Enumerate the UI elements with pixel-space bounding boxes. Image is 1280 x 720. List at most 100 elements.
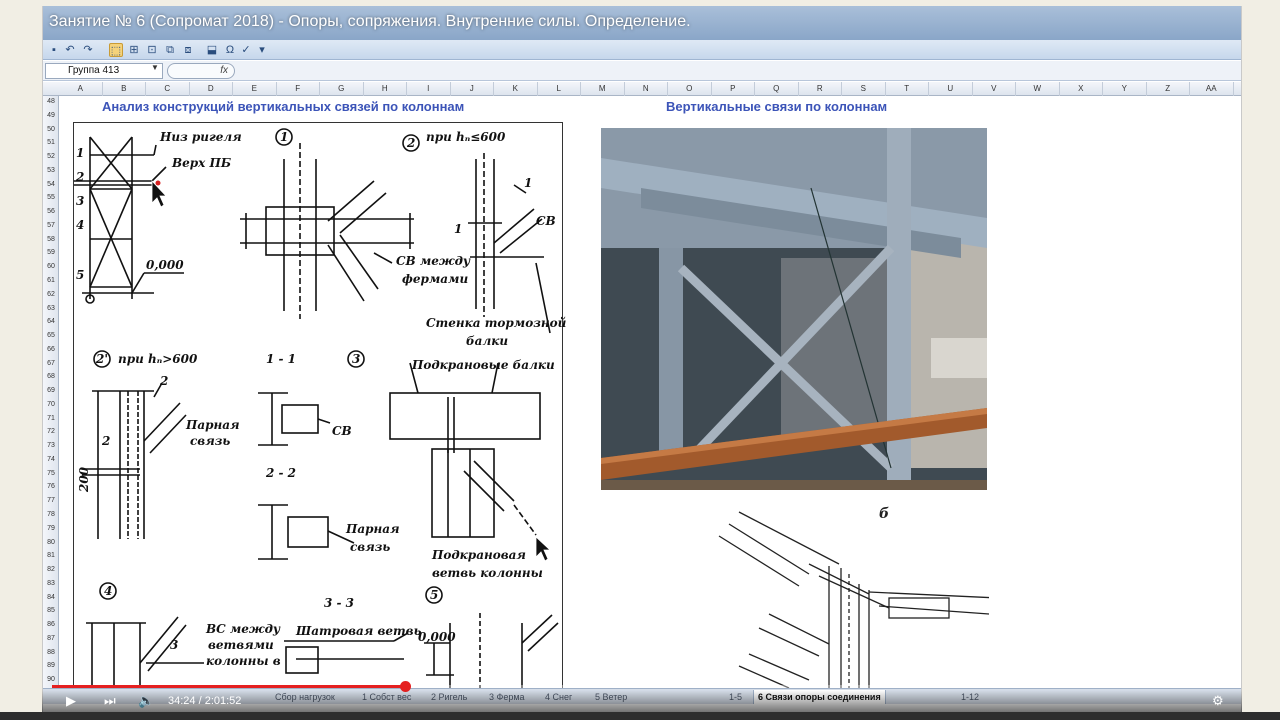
row-header[interactable]: 59 [43,247,59,258]
row-header[interactable]: 69 [43,385,59,396]
row-header[interactable]: 61 [43,275,59,286]
bracing-drawing[interactable]: Низ ригеля Верх ПБ 1 2 3 4 5 0,000 1 2 п… [73,122,566,689]
row-header[interactable]: 86 [43,619,59,630]
column-header[interactable]: Y [1103,82,1147,96]
save-icon[interactable]: ▪ [47,43,61,57]
column-header[interactable]: T [886,82,929,96]
row-header[interactable]: 89 [43,660,59,671]
row-header[interactable]: 82 [43,564,59,575]
row-header[interactable]: 65 [43,330,59,341]
row-header[interactable]: 54 [43,179,59,190]
column-header[interactable]: E [233,82,277,96]
row-header[interactable]: 84 [43,592,59,603]
row-header[interactable]: 62 [43,289,59,300]
align-icon[interactable]: ⊞ [127,43,141,57]
column-header[interactable]: S [842,82,886,96]
chevron-down-icon[interactable]: ▼ [151,63,159,72]
column-header[interactable]: I [407,82,451,96]
column-header[interactable]: F [277,82,320,96]
ungroup-icon[interactable]: ⧈ [181,43,195,57]
row-header[interactable]: 60 [43,261,59,272]
column-header[interactable]: N [625,82,668,96]
bracing-photo[interactable] [601,128,987,490]
column-header[interactable]: D [190,82,233,96]
row-header[interactable]: 77 [43,495,59,506]
column-header[interactable]: Z [1147,82,1190,96]
column-header[interactable]: O [668,82,712,96]
row-header[interactable]: 49 [43,110,59,121]
label-shatrovaya: Шатровая ветвь [296,624,422,638]
column-headers: A B C D E F G H I J K L M N O P Q R S T U V W X Y Z AA [43,82,1241,96]
row-header[interactable]: 48 [43,96,59,107]
column-header[interactable]: X [1060,82,1103,96]
column-header[interactable]: P [712,82,755,96]
check-icon[interactable]: ✓ [239,43,253,57]
column-header[interactable]: R [799,82,842,96]
row-header[interactable]: 73 [43,440,59,451]
row-header[interactable]: 64 [43,316,59,327]
row-header[interactable]: 52 [43,151,59,162]
column-header[interactable]: K [494,82,538,96]
row-header[interactable]: 57 [43,220,59,231]
row-header[interactable]: 51 [43,137,59,148]
row-header[interactable]: 68 [43,371,59,382]
undo-icon[interactable]: ↶ [63,43,77,57]
group-icon[interactable]: ⧉ [163,43,177,57]
row-header[interactable]: 85 [43,605,59,616]
omega-icon[interactable]: Ω [223,43,237,57]
row-header[interactable]: 87 [43,633,59,644]
row-header[interactable]: 66 [43,344,59,355]
settings-icon[interactable]: ⚙ [1212,693,1224,709]
bracing-sketch[interactable]: б [689,504,1000,689]
label-niz-rigelya: Низ ригеля [160,130,242,144]
column-header[interactable]: J [451,82,494,96]
customize-dropdown-icon[interactable]: ▾ [255,43,269,57]
volume-icon[interactable]: 🔈 [138,693,154,709]
column-header[interactable]: A [59,82,103,96]
column-header[interactable]: B [103,82,146,96]
row-header[interactable]: 67 [43,358,59,369]
left-heading: Анализ конструкций вертикальных связей п… [102,99,465,114]
label-k1b: 1 [454,222,463,236]
column-header[interactable]: Q [755,82,799,96]
select-tool-icon[interactable]: ⬚ [109,43,123,57]
row-header[interactable]: 53 [43,165,59,176]
row-header[interactable]: 72 [43,426,59,437]
column-header[interactable]: V [973,82,1016,96]
row-header[interactable]: 70 [43,399,59,410]
column-header[interactable]: AA [1190,82,1234,96]
column-header[interactable]: U [929,82,973,96]
redo-icon[interactable]: ↷ [81,43,95,57]
column-header[interactable]: H [364,82,407,96]
row-header[interactable]: 58 [43,234,59,245]
row-header[interactable]: 79 [43,523,59,534]
row-header[interactable]: 90 [43,674,59,685]
row-header[interactable]: 81 [43,550,59,561]
row-header[interactable]: 88 [43,647,59,658]
column-header[interactable]: L [538,82,581,96]
play-icon[interactable]: ▶ [66,693,76,709]
column-header[interactable]: C [146,82,190,96]
row-header[interactable]: 55 [43,192,59,203]
fx-button[interactable]: fx [167,63,235,79]
label-fermami: фермами [402,272,469,286]
row-header[interactable]: 75 [43,468,59,479]
name-box[interactable]: Группа 413 [45,63,163,79]
column-header[interactable]: W [1016,82,1060,96]
row-header[interactable]: 71 [43,413,59,424]
shapes-icon[interactable]: ⬓ [205,43,219,57]
row-header[interactable]: 74 [43,454,59,465]
row-header[interactable]: 50 [43,124,59,135]
next-icon[interactable]: ⏭ [104,693,116,709]
worksheet[interactable]: Анализ конструкций вертикальных связей п… [59,96,1241,689]
row-header[interactable]: 63 [43,303,59,314]
column-header[interactable]: M [581,82,625,96]
row-header[interactable]: 80 [43,537,59,548]
grid-icon[interactable]: ⊡ [145,43,159,57]
video-progress-bar[interactable] [52,681,1230,692]
column-header[interactable]: G [320,82,364,96]
row-header[interactable]: 56 [43,206,59,217]
row-header[interactable]: 83 [43,578,59,589]
row-header[interactable]: 78 [43,509,59,520]
row-header[interactable]: 76 [43,481,59,492]
